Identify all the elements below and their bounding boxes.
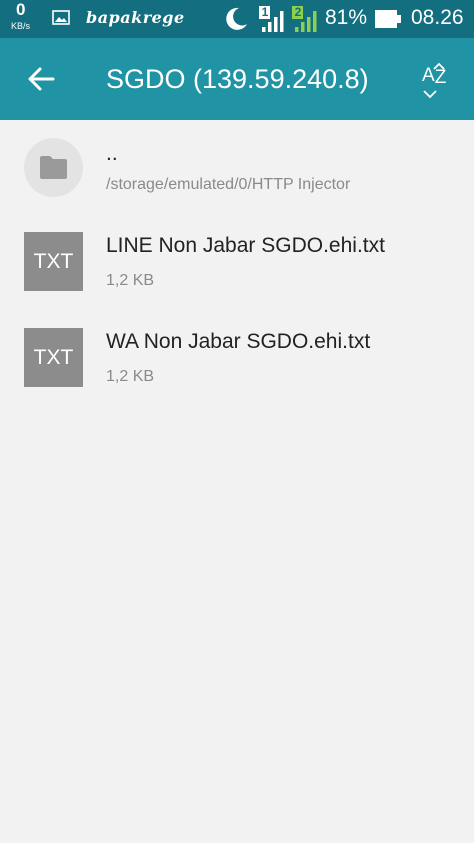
list-item-file[interactable]: TXT WA Non Jabar SGDO.ehi.txt 1,2 KB [0, 312, 474, 404]
folder-icon [40, 156, 67, 179]
net-speed-unit: KB/s [11, 21, 31, 31]
sim1-label: 1 [261, 5, 269, 19]
sort-label-z: Z [434, 67, 447, 88]
sort-arrow-down-icon [423, 90, 437, 98]
back-arrow-icon[interactable] [26, 64, 56, 94]
list-item-size: 1,2 KB [106, 272, 155, 289]
list-item-name: LINE Non Jabar SGDO.ehi.txt [106, 234, 385, 257]
list-item-path: /storage/emulated/0/HTTP Injector [106, 176, 351, 193]
sim1-signal-icon: 1 [258, 5, 288, 33]
image-icon [52, 10, 70, 25]
sort-arrow-icon [433, 62, 445, 70]
list-item-name: .. [106, 142, 118, 165]
list-item-file[interactable]: TXT LINE Non Jabar SGDO.ehi.txt 1,2 KB [0, 216, 474, 308]
page-title: SGDO (139.59.240.8) [106, 64, 369, 94]
battery-percent: 81% [325, 6, 368, 29]
list-item-name: WA Non Jabar SGDO.ehi.txt [106, 330, 371, 353]
txt-file-icon: TXT [24, 232, 83, 291]
battery-icon [375, 10, 401, 28]
clock: 08.26 [411, 6, 464, 29]
list-item-parent-folder[interactable]: .. /storage/emulated/0/HTTP Injector [0, 120, 474, 212]
net-speed-value: 0 [16, 0, 26, 19]
status-bar: 0 KB/s bapakrege 1 2 81% 08.26 [0, 0, 474, 38]
list-item-size: 1,2 KB [106, 368, 155, 385]
txt-file-icon: TXT [24, 328, 83, 387]
app-bar: SGDO (139.59.240.8) AZ [0, 38, 474, 120]
sim2-signal-icon: 2 [291, 5, 321, 33]
sort-az-button[interactable]: AZ [420, 58, 460, 100]
carrier-name: bapakrege [86, 8, 185, 27]
moon-icon [226, 7, 247, 30]
folder-icon-container [24, 138, 83, 197]
sim2-label: 2 [294, 5, 302, 19]
